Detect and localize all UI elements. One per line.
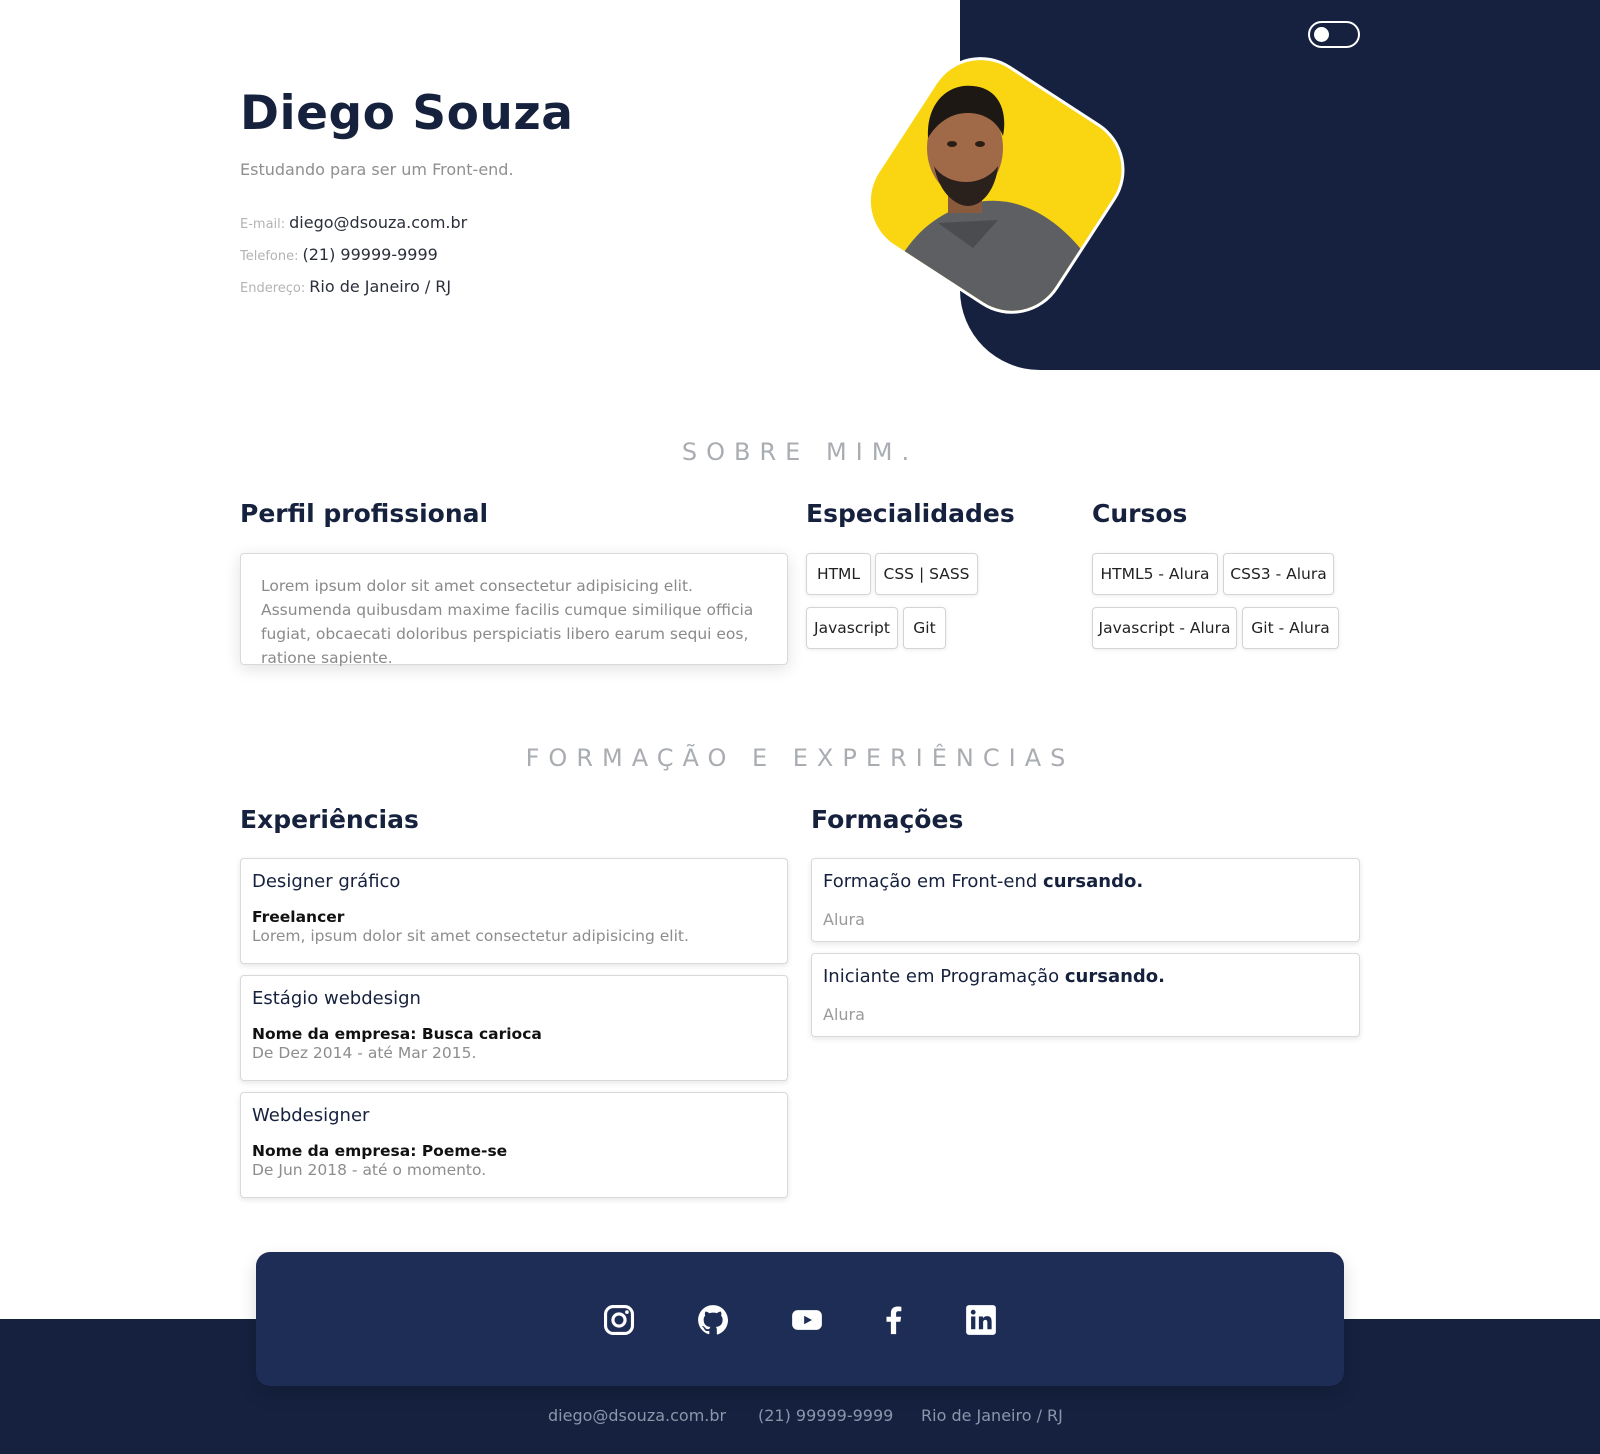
contact-address: Endereço: Rio de Janeiro / RJ bbox=[240, 277, 451, 296]
instagram-icon[interactable] bbox=[602, 1303, 636, 1337]
specialties-heading: Especialidades bbox=[806, 499, 1015, 528]
profile-card: Lorem ipsum dolor sit amet consectetur a… bbox=[240, 553, 788, 667]
course-tag: Git - Alura bbox=[1242, 607, 1339, 649]
formation-school: Alura bbox=[823, 910, 865, 929]
contact-phone-value: (21) 99999-9999 bbox=[302, 245, 438, 264]
experience-card: Webdesigner Nome da empresa: Poeme-se De… bbox=[240, 1092, 788, 1198]
profile-text: Lorem ipsum dolor sit amet consectetur a… bbox=[261, 577, 754, 667]
course-tag: Javascript - Alura bbox=[1092, 607, 1237, 649]
specialty-tag: Git bbox=[903, 607, 946, 649]
github-icon[interactable] bbox=[696, 1303, 730, 1337]
facebook-icon[interactable] bbox=[877, 1303, 911, 1337]
formation-status: cursando. bbox=[1064, 966, 1166, 987]
contact-phone: Telefone: (21) 99999-9999 bbox=[240, 245, 438, 264]
formation-title-line: Iniciante em Programação cursando. bbox=[823, 966, 1348, 987]
formation-status: cursando. bbox=[1043, 871, 1144, 892]
experience-card: Estágio webdesign Nome da empresa: Busca… bbox=[240, 975, 788, 1081]
formation-title: Formação em Front-end bbox=[823, 871, 1038, 892]
experiences-heading: Experiências bbox=[240, 805, 419, 834]
profile-heading: Perfil profissional bbox=[240, 499, 489, 528]
formation-school: Alura bbox=[823, 1005, 865, 1024]
specialty-tag: Javascript bbox=[806, 607, 898, 649]
formations-heading: Formações bbox=[811, 805, 964, 834]
about-section-title: SOBRE MIM. bbox=[681, 438, 919, 466]
experience-section-title: FORMAÇÃO E EXPERIÊNCIAS bbox=[525, 744, 1075, 772]
profile-name: Diego Souza bbox=[240, 86, 574, 141]
contact-phone-label: Telefone: bbox=[240, 249, 299, 264]
formation-card: Formação em Front-end cursando. Alura bbox=[811, 858, 1360, 942]
experience-company: Nome da empresa: Busca carioca bbox=[252, 1025, 542, 1043]
experience-card: Designer gráfico Freelancer Lorem, ipsum… bbox=[240, 858, 788, 964]
experience-detail: De Dez 2014 - até Mar 2015. bbox=[252, 1044, 477, 1062]
experience-company: Freelancer bbox=[252, 908, 345, 926]
contact-email-value[interactable]: diego@dsouza.com.br bbox=[289, 213, 467, 232]
experience-company: Nome da empresa: Poeme-se bbox=[252, 1142, 508, 1160]
contact-address-value: Rio de Janeiro / RJ bbox=[309, 277, 452, 296]
course-tag: CSS3 - Alura bbox=[1223, 553, 1334, 595]
experience-title: Webdesigner bbox=[252, 1105, 370, 1126]
footer-email[interactable]: diego@dsouza.com.br bbox=[548, 1406, 726, 1425]
experience-detail: Lorem, ipsum dolor sit amet consectetur … bbox=[252, 927, 689, 945]
footer-address: Rio de Janeiro / RJ bbox=[921, 1406, 1063, 1425]
experience-title: Designer gráfico bbox=[252, 871, 401, 892]
courses-heading: Cursos bbox=[1092, 499, 1188, 528]
contact-email-label: E-mail: bbox=[240, 217, 286, 232]
formation-card: Iniciante em Programação cursando. Alura bbox=[811, 953, 1360, 1037]
specialty-tag: HTML bbox=[806, 553, 871, 595]
course-tag: HTML5 - Alura bbox=[1092, 553, 1218, 595]
toggle-knob bbox=[1314, 27, 1329, 42]
youtube-icon[interactable] bbox=[790, 1303, 824, 1337]
formation-title: Iniciante em Programação bbox=[823, 966, 1060, 987]
contact-email: E-mail: diego@dsouza.com.br bbox=[240, 213, 467, 232]
footer-phone: (21) 99999-9999 bbox=[758, 1406, 894, 1425]
linkedin-icon[interactable] bbox=[964, 1303, 998, 1337]
experience-title: Estágio webdesign bbox=[252, 988, 421, 1009]
profile-photo bbox=[828, 48, 1148, 348]
specialty-tag: CSS | SASS bbox=[875, 553, 978, 595]
experience-detail: De Jun 2018 - até o momento. bbox=[252, 1161, 487, 1179]
formation-title-line: Formação em Front-end cursando. bbox=[823, 871, 1348, 892]
contact-address-label: Endereço: bbox=[240, 281, 306, 296]
theme-toggle[interactable] bbox=[1308, 21, 1360, 48]
profile-subtitle: Estudando para ser um Front-end. bbox=[240, 160, 514, 179]
